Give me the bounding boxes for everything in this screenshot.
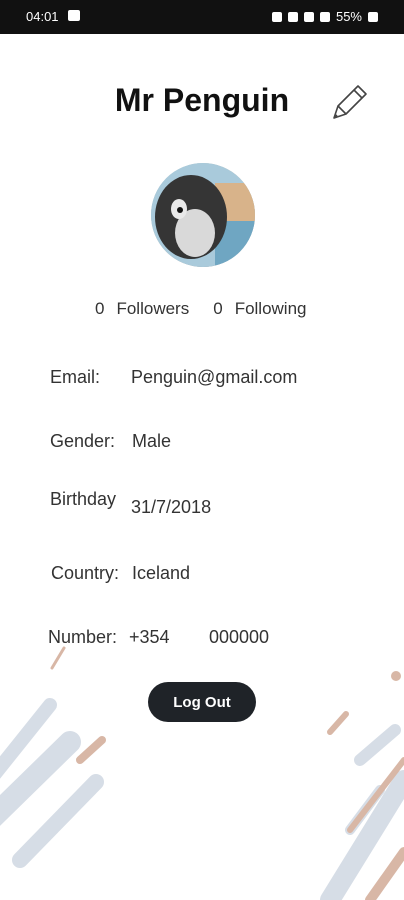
edit-profile-button[interactable] bbox=[324, 80, 372, 128]
email-value: Penguin@gmail.com bbox=[131, 367, 298, 387]
email-label: Email: bbox=[50, 367, 101, 387]
followers-count: 0 bbox=[95, 299, 105, 318]
gallery-notification-icon bbox=[68, 10, 80, 21]
gender-value: Male bbox=[132, 431, 172, 451]
penguin-photo bbox=[151, 163, 255, 267]
status-bar: 04:01 55% bbox=[0, 0, 404, 34]
pencil-icon bbox=[333, 85, 367, 119]
followers-label[interactable]: Followers bbox=[116, 299, 189, 319]
following-label[interactable]: Following bbox=[235, 299, 307, 319]
battery-saver-icon bbox=[271, 11, 282, 22]
country-label: Country: bbox=[51, 563, 120, 583]
status-time: 04:01 bbox=[26, 9, 59, 24]
number-value: 000000 bbox=[209, 627, 270, 647]
wifi-icon bbox=[303, 11, 314, 22]
status-icons: 55% bbox=[271, 9, 378, 24]
battery-icon bbox=[368, 11, 378, 22]
follow-stats: 0 Followers 0 Following bbox=[95, 299, 307, 319]
logout-button[interactable]: Log Out bbox=[148, 682, 256, 722]
country-value: Iceland bbox=[132, 563, 191, 583]
avatar[interactable] bbox=[151, 163, 255, 267]
mute-icon bbox=[287, 11, 298, 22]
airplane-icon bbox=[319, 11, 330, 22]
number-label: Number: bbox=[48, 627, 118, 647]
gender-label: Gender: bbox=[50, 431, 116, 451]
following-count: 0 bbox=[213, 299, 223, 318]
battery-level: 55% bbox=[335, 9, 362, 24]
birthday-value: 31/7/2018 bbox=[131, 497, 212, 517]
birthday-label: Birthday bbox=[50, 489, 117, 509]
country-code-value: +354 bbox=[129, 627, 170, 647]
